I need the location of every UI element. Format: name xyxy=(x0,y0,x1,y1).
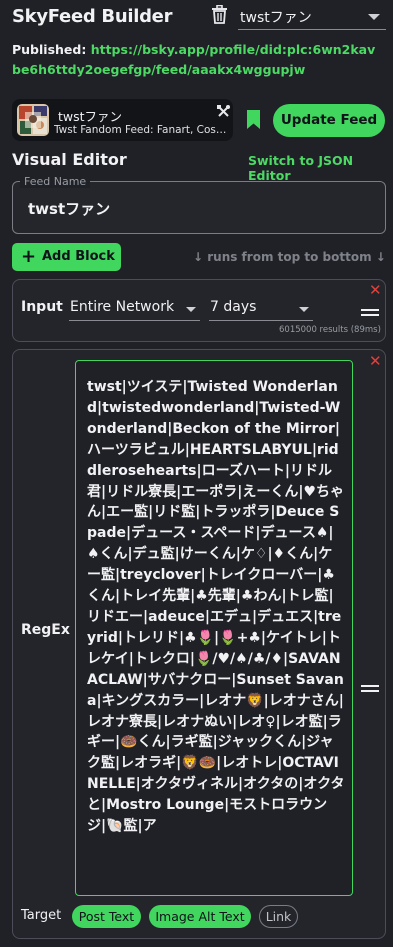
input-period-value: 7 days xyxy=(210,299,257,315)
feed-name-value[interactable]: twstファン xyxy=(28,198,110,219)
update-feed-button[interactable]: Update Feed xyxy=(273,104,385,137)
input-source-value: Entire Network xyxy=(70,299,175,315)
feed-card-description: Twst Fandom Feed: Fanart, Cospla... xyxy=(54,124,230,136)
regex-block-label: RegEx xyxy=(21,622,70,638)
feed-select[interactable]: twstファン xyxy=(238,4,386,30)
add-block-label: Add Block xyxy=(42,249,115,264)
trash-icon[interactable] xyxy=(211,4,228,24)
target-chip-post-text[interactable]: Post Text xyxy=(72,905,141,928)
chevron-down-icon xyxy=(186,307,196,312)
target-label: Target xyxy=(21,908,62,923)
feed-avatar xyxy=(17,104,49,136)
drag-handle-icon[interactable] xyxy=(361,309,379,319)
chevron-down-icon xyxy=(299,307,309,312)
chevron-down-icon xyxy=(368,14,380,20)
target-chip-link[interactable]: Link xyxy=(259,905,298,928)
bookmark-icon[interactable] xyxy=(246,109,261,130)
tools-icon[interactable] xyxy=(217,103,230,117)
input-period-select[interactable]: 7 days xyxy=(209,296,313,321)
target-chip-image-alt-text[interactable]: Image Alt Text xyxy=(149,905,251,928)
plus-icon: + xyxy=(21,246,37,267)
input-block-label: Input xyxy=(21,299,63,315)
results-count: 6015000 results (89ms) xyxy=(279,325,381,335)
switch-to-json-link[interactable]: Switch to JSON Editor xyxy=(248,153,393,183)
drag-handle-icon[interactable] xyxy=(361,685,379,695)
published-info: Published: https://bsky.app/profile/did:… xyxy=(12,40,382,79)
regex-textarea[interactable]: twst|ツイステ|Twisted Wonderland|twistedwond… xyxy=(75,360,353,896)
close-icon[interactable]: ✕ xyxy=(369,283,382,298)
close-icon[interactable]: ✕ xyxy=(369,354,382,369)
feed-card[interactable]: twstファン Twst Fandom Feed: Fanart, Cospla… xyxy=(12,99,233,141)
input-source-select[interactable]: Entire Network xyxy=(69,296,200,321)
run-order-hint: ↓ runs from top to bottom ↓ xyxy=(193,250,386,264)
feed-card-title: twstファン xyxy=(58,109,123,124)
published-label: Published: xyxy=(12,42,87,57)
feed-name-label: Feed Name xyxy=(20,175,91,188)
regex-pattern-text: twst|ツイステ|Twisted Wonderland|twistedwond… xyxy=(87,379,345,835)
editor-title: Visual Editor xyxy=(12,150,127,169)
app-title: SkyFeed Builder xyxy=(12,6,173,27)
feed-select-value: twstファン xyxy=(240,10,312,26)
add-block-button[interactable]: + Add Block xyxy=(12,243,121,271)
